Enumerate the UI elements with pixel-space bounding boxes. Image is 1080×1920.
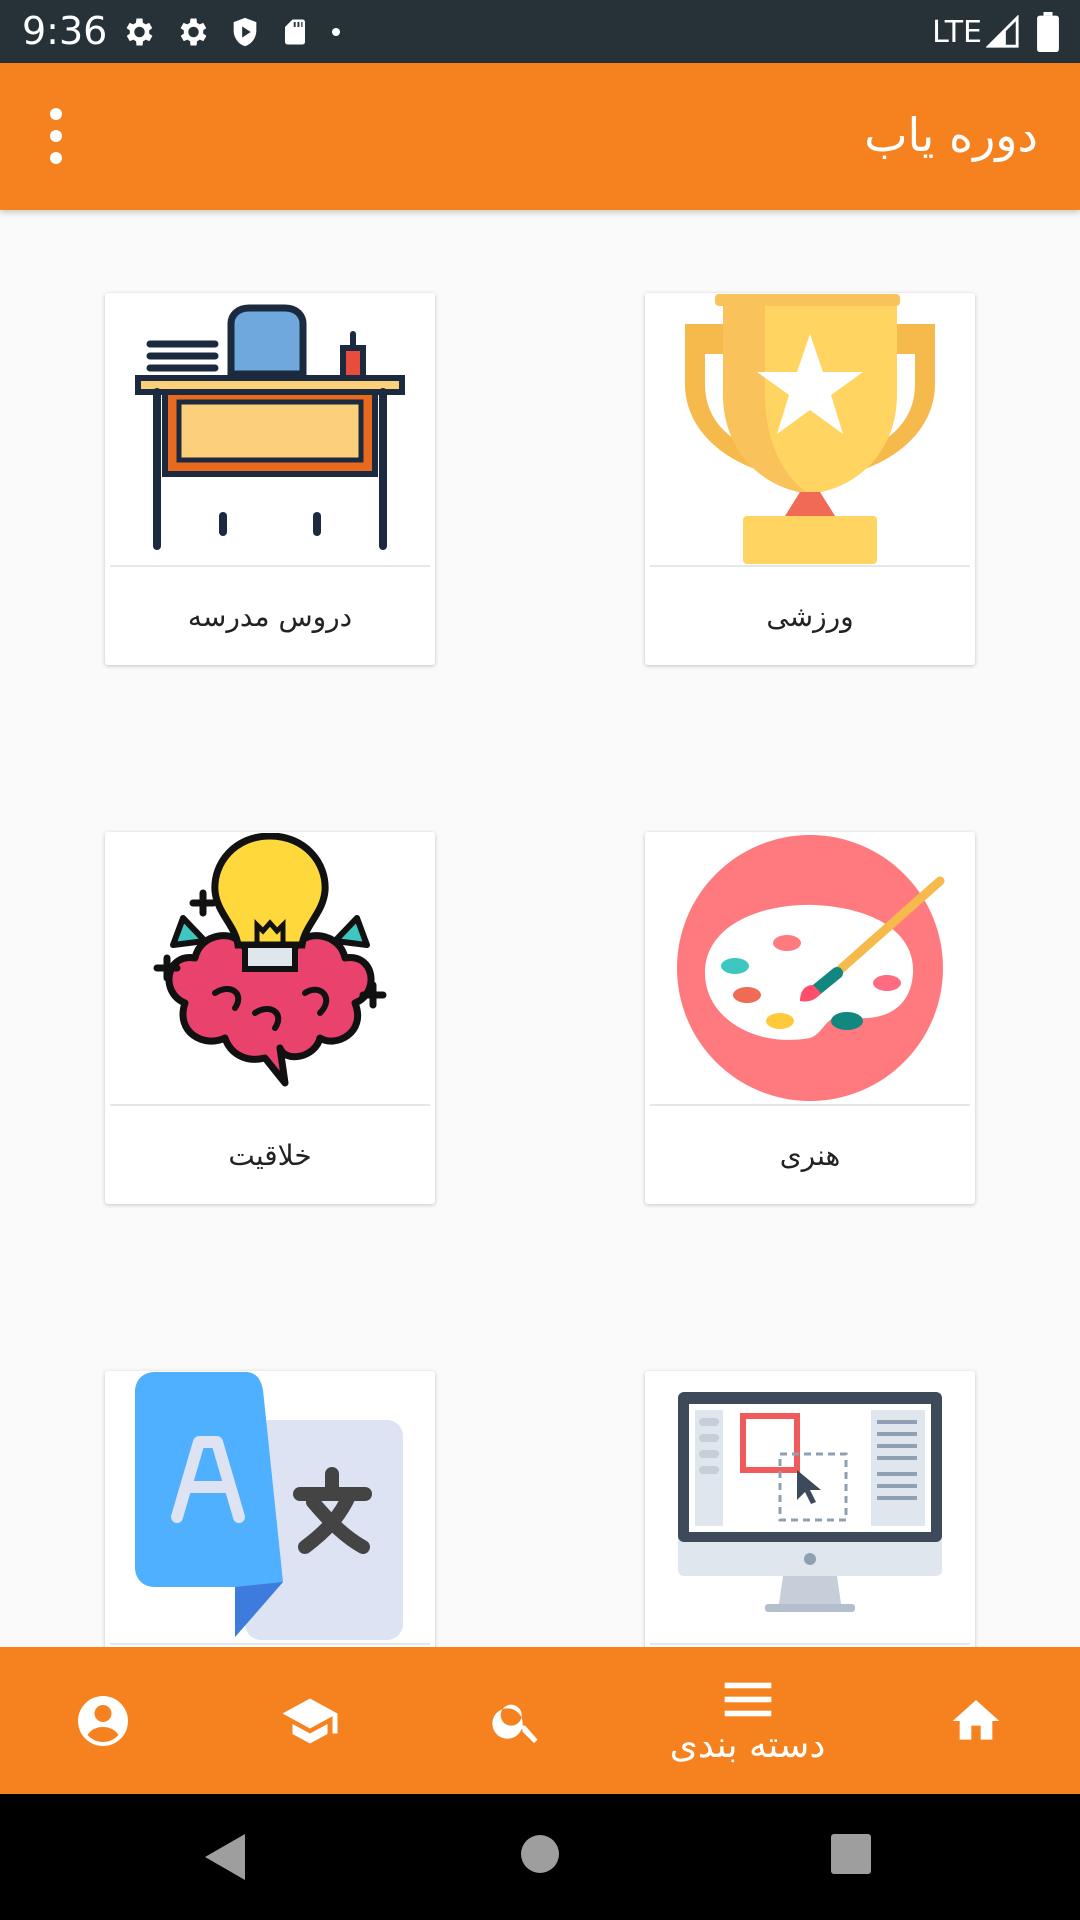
settings-icon [126,18,153,46]
battery-icon [1037,12,1059,52]
signal-icon [986,15,1019,48]
lightbulb-brain-icon [153,833,387,1087]
trophy-icon [685,294,935,564]
category-image [645,293,975,565]
settings-icon [180,18,207,46]
nav-courses[interactable] [260,1647,360,1794]
category-card-art[interactable]: هنری [645,832,975,1204]
nav-home[interactable] [926,1647,1026,1794]
page-title: دوره یاب [864,108,1038,162]
nav-categories[interactable]: دسته بندی [640,1647,855,1794]
category-card-language[interactable] [105,1371,435,1647]
category-image [105,832,435,1104]
menu-icon [724,1682,771,1717]
recents-icon[interactable] [831,1834,871,1874]
category-label: دروس مدرسه [187,599,353,633]
shield-play-icon [233,17,257,47]
home-button-icon[interactable] [520,1834,560,1874]
translate-icon [135,1372,403,1640]
paint-palette-icon [677,835,945,1101]
dot-icon [332,28,340,36]
bottom-navigation: دسته بندی [0,1647,1080,1794]
status-right: LTE [932,10,1060,54]
search-icon [492,1704,538,1743]
category-image [105,1371,435,1643]
back-icon[interactable] [205,1834,247,1880]
app-bar: دوره یاب [0,63,1080,210]
more-vert-icon[interactable] [36,108,76,164]
category-label: ورزشی [766,599,854,633]
system-navigation-bar [0,1794,1080,1920]
nav-categories-label: دسته بندی [669,1725,826,1766]
category-card-school[interactable]: دروس مدرسه [105,293,435,665]
category-label: هنری [779,1138,841,1172]
category-image [645,832,975,1104]
computer-design-icon [678,1392,942,1612]
status-icons [120,12,362,52]
school-cap-icon [282,1698,338,1743]
category-card-computer[interactable] [645,1371,975,1647]
category-card-creativity[interactable]: خلاقیت [105,832,435,1204]
account-icon [78,1695,128,1746]
status-time: 9:36 [22,9,108,53]
category-label: خلاقیت [228,1138,312,1172]
sd-card-icon [285,19,305,45]
school-desk-icon [135,304,405,550]
category-grid: ورزشی دروس مدرسه هنری خلاقیت [0,210,1080,1647]
network-type: LTE [932,14,982,50]
category-image [645,1371,975,1643]
category-card-sports[interactable]: ورزشی [645,293,975,665]
status-bar: 9:36 LTE [0,0,1080,63]
nav-search[interactable] [467,1647,567,1794]
category-image [105,293,435,565]
home-icon [952,1699,1000,1740]
nav-profile[interactable] [53,1647,153,1794]
